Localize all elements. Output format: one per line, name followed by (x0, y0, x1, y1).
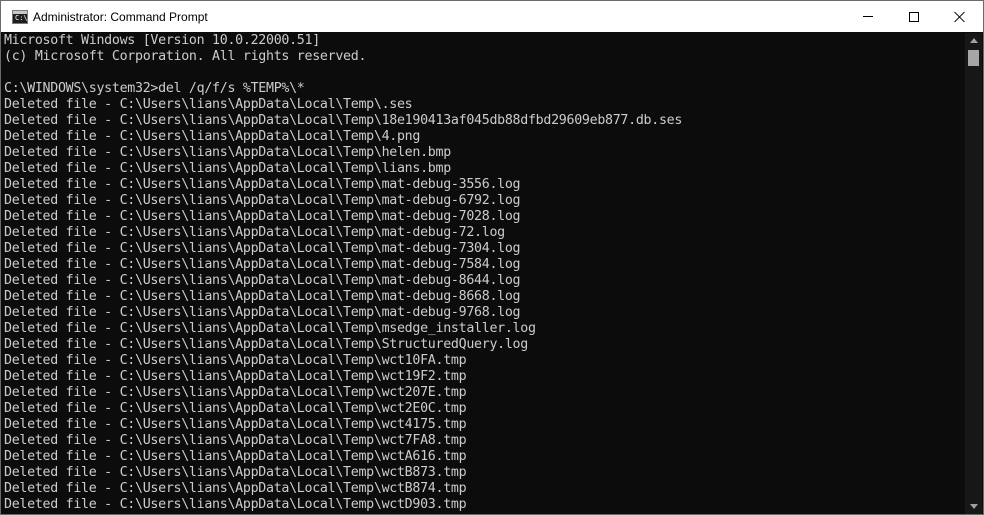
console-line: Deleted file - C:\Users\lians\AppData\Lo… (4, 145, 451, 160)
console-line: (c) Microsoft Corporation. All rights re… (4, 49, 367, 64)
console-line: Deleted file - C:\Users\lians\AppData\Lo… (4, 401, 467, 416)
icon-label: C:\ (15, 13, 28, 22)
console-line: Deleted file - C:\Users\lians\AppData\Lo… (4, 241, 521, 256)
scroll-down-arrow-icon[interactable] (970, 504, 978, 509)
title-bar[interactable]: C:\ Administrator: Command Prompt (1, 1, 983, 32)
console-line: Deleted file - C:\Users\lians\AppData\Lo… (4, 481, 467, 496)
console-line: Deleted file - C:\Users\lians\AppData\Lo… (4, 129, 421, 144)
console-line: Deleted file - C:\Users\lians\AppData\Lo… (4, 385, 467, 400)
console-line: Deleted file - C:\Users\lians\AppData\Lo… (4, 161, 451, 176)
console-line: C:\WINDOWS\system32>del /q/f/s %TEMP%\* (4, 81, 305, 96)
scrollbar-thumb[interactable] (968, 50, 979, 66)
window-title: Administrator: Command Prompt (33, 9, 208, 24)
console-line: Deleted file - C:\Users\lians\AppData\Lo… (4, 225, 505, 240)
console-line: Deleted file - C:\Users\lians\AppData\Lo… (4, 97, 413, 112)
console-line: Deleted file - C:\Users\lians\AppData\Lo… (4, 465, 467, 480)
console-line: Deleted file - C:\Users\lians\AppData\Lo… (4, 433, 467, 448)
console-line: Deleted file - C:\Users\lians\AppData\Lo… (4, 113, 683, 128)
console-line: Deleted file - C:\Users\lians\AppData\Lo… (4, 497, 467, 512)
console-output[interactable]: Microsoft Windows [Version 10.0.22000.51… (4, 33, 962, 514)
console-line: Deleted file - C:\Users\lians\AppData\Lo… (4, 353, 467, 368)
vertical-scrollbar[interactable] (965, 33, 982, 514)
console-line: Deleted file - C:\Users\lians\AppData\Lo… (4, 257, 521, 272)
maximize-button[interactable] (891, 1, 937, 32)
console-line: Deleted file - C:\Users\lians\AppData\Lo… (4, 289, 521, 304)
console-line: Microsoft Windows [Version 10.0.22000.51… (4, 33, 320, 48)
console-line: Deleted file - C:\Users\lians\AppData\Lo… (4, 193, 521, 208)
minimize-button[interactable] (845, 1, 891, 32)
console-line: Deleted file - C:\Users\lians\AppData\Lo… (4, 273, 521, 288)
close-button[interactable] (937, 1, 983, 32)
console-line: Deleted file - C:\Users\lians\AppData\Lo… (4, 209, 521, 224)
console-line: Deleted file - C:\Users\lians\AppData\Lo… (4, 305, 521, 320)
scroll-up-arrow-icon[interactable] (970, 38, 978, 43)
close-icon (954, 11, 966, 23)
console-line: Deleted file - C:\Users\lians\AppData\Lo… (4, 321, 536, 336)
maximize-icon (909, 11, 919, 22)
console-line: Deleted file - C:\Users\lians\AppData\Lo… (4, 369, 467, 384)
command-prompt-window: C:\ Administrator: Command Prompt Micros… (0, 0, 984, 515)
minimize-icon (863, 16, 873, 17)
command-prompt-icon: C:\ (12, 9, 28, 24)
console-line: Deleted file - C:\Users\lians\AppData\Lo… (4, 337, 528, 352)
console-line: Deleted file - C:\Users\lians\AppData\Lo… (4, 449, 467, 464)
console-line: Deleted file - C:\Users\lians\AppData\Lo… (4, 177, 521, 192)
console-line: Deleted file - C:\Users\lians\AppData\Lo… (4, 417, 467, 432)
